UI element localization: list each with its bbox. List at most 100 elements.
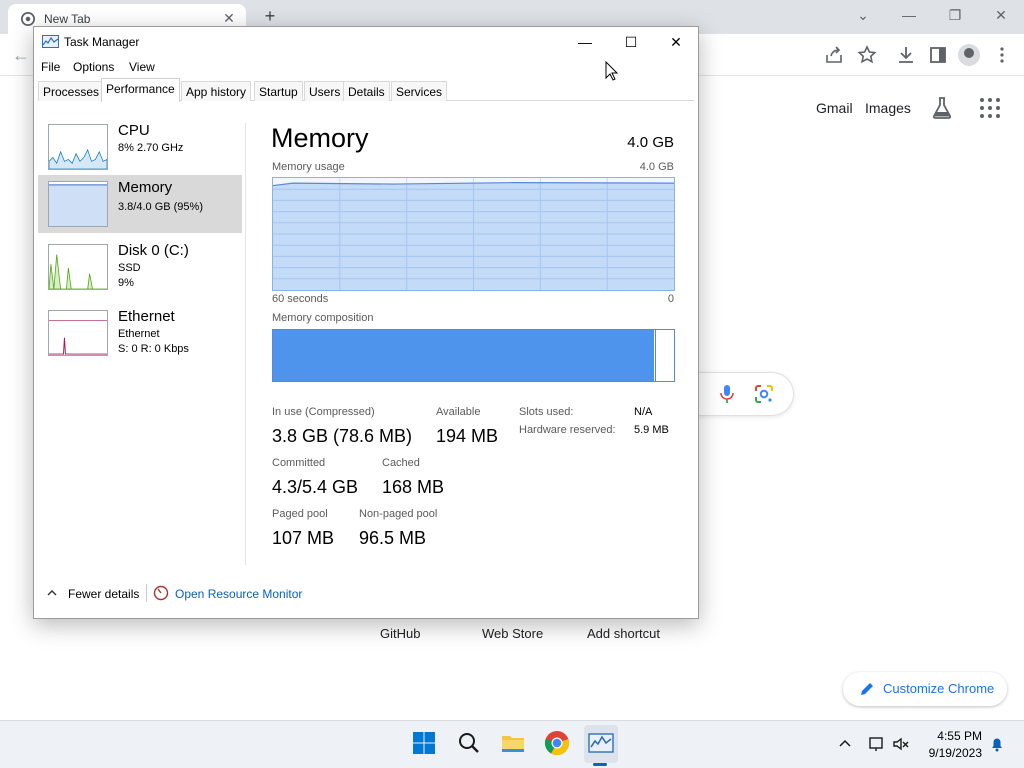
perf-item-ethernet[interactable]: Ethernet Ethernet S: 0 R: 0 Kbps bbox=[38, 304, 242, 362]
perf-item-cpu[interactable]: CPU 8% 2.70 GHz bbox=[38, 118, 242, 176]
chevron-up-tray-icon[interactable] bbox=[836, 735, 854, 753]
mouse-cursor-icon bbox=[605, 61, 619, 81]
non-paged-pool-label: Non-paged pool bbox=[359, 508, 438, 520]
maximize-icon[interactable]: ☐ bbox=[608, 27, 654, 57]
customize-chrome-button[interactable]: Customize Chrome bbox=[843, 672, 1007, 706]
images-link[interactable]: Images bbox=[865, 100, 911, 116]
tab-title: New Tab bbox=[44, 12, 91, 26]
memory-composition-label: Memory composition bbox=[272, 312, 374, 324]
network-icon[interactable] bbox=[868, 735, 886, 753]
perf-item-detail: 9% bbox=[118, 277, 134, 289]
file-explorer-icon[interactable] bbox=[499, 729, 527, 757]
customize-chrome-label: Customize Chrome bbox=[883, 681, 995, 696]
clock-date[interactable]: 9/19/2023 bbox=[912, 746, 982, 760]
memory-total: 4.0 GB bbox=[627, 134, 674, 151]
slots-used-value: N/A bbox=[634, 406, 653, 418]
task-manager-app-icon bbox=[42, 35, 59, 48]
volume-muted-icon[interactable] bbox=[892, 735, 910, 753]
disk-thumbnail-graph bbox=[48, 244, 108, 290]
bookmark-star-icon[interactable] bbox=[855, 43, 879, 67]
download-icon[interactable] bbox=[894, 43, 918, 67]
chrome-menu-icon[interactable] bbox=[990, 43, 1014, 67]
clock-time[interactable]: 4:55 PM bbox=[912, 729, 982, 743]
browser-minimize-icon[interactable]: — bbox=[896, 4, 922, 26]
cpu-thumbnail-graph bbox=[48, 124, 108, 170]
windows-start-icon[interactable] bbox=[410, 729, 438, 757]
close-icon[interactable]: ✕ bbox=[653, 27, 699, 57]
profile-avatar[interactable] bbox=[958, 44, 980, 66]
tab-startup[interactable]: Startup bbox=[254, 81, 303, 101]
menu-file[interactable]: File bbox=[41, 60, 60, 74]
memory-usage-graph bbox=[272, 177, 675, 291]
window-title: Task Manager bbox=[64, 35, 140, 49]
chrome-icon[interactable] bbox=[543, 729, 571, 757]
time-axis-end: 0 bbox=[667, 293, 674, 305]
google-lens-icon[interactable] bbox=[754, 384, 774, 404]
browser-restore-icon[interactable]: ❐ bbox=[942, 4, 968, 26]
cached-label: Cached bbox=[382, 457, 420, 469]
footer-divider bbox=[146, 584, 147, 602]
perf-item-detail: 8% 2.70 GHz bbox=[118, 142, 184, 154]
open-resource-monitor-link[interactable]: Open Resource Monitor bbox=[175, 587, 302, 601]
memory-usage-area bbox=[273, 182, 674, 290]
ethernet-thumbnail-graph bbox=[48, 310, 108, 356]
composition-divider bbox=[655, 330, 657, 381]
menu-bar: File Options View bbox=[34, 57, 698, 77]
labs-flask-icon[interactable] bbox=[931, 96, 953, 120]
tab-search-chevron-icon[interactable]: ⌄ bbox=[850, 4, 876, 26]
side-panel-icon[interactable] bbox=[926, 43, 950, 67]
notification-bell-icon[interactable] bbox=[988, 735, 1006, 753]
composition-in-use-segment bbox=[273, 330, 654, 381]
hardware-reserved-value: 5.9 MB bbox=[634, 424, 669, 436]
tab-strip: Processes Performance App history Startu… bbox=[38, 78, 694, 102]
voice-search-mic-icon[interactable] bbox=[718, 384, 736, 404]
shortcut-github[interactable]: GitHub bbox=[380, 626, 420, 641]
tab-close-icon[interactable]: ✕ bbox=[220, 9, 238, 27]
memory-usage-label: Memory usage bbox=[272, 161, 345, 173]
perf-item-name: CPU bbox=[118, 122, 150, 139]
perf-item-disk[interactable]: Disk 0 (C:) SSD 9% bbox=[38, 238, 242, 296]
chevron-up-icon[interactable] bbox=[46, 587, 58, 599]
perf-item-name: Ethernet bbox=[118, 308, 175, 325]
shortcut-web-store[interactable]: Web Store bbox=[482, 626, 543, 641]
perf-item-detail: Ethernet bbox=[118, 328, 160, 340]
menu-view[interactable]: View bbox=[129, 60, 155, 74]
resource-monitor-icon bbox=[153, 585, 169, 601]
memory-usage-max: 4.0 GB bbox=[639, 161, 674, 173]
chrome-favicon-icon bbox=[21, 12, 35, 26]
shortcut-add[interactable]: Add shortcut bbox=[587, 626, 660, 641]
hardware-reserved-label: Hardware reserved: bbox=[519, 424, 616, 436]
menu-options[interactable]: Options bbox=[73, 60, 114, 74]
google-search-box[interactable] bbox=[690, 372, 794, 416]
available-value: 194 MB bbox=[436, 426, 499, 446]
browser-close-icon[interactable]: ✕ bbox=[988, 4, 1014, 26]
new-tab-button[interactable]: + bbox=[259, 5, 281, 27]
tab-services[interactable]: Services bbox=[391, 81, 448, 101]
perf-item-name: Memory bbox=[118, 179, 173, 196]
minimize-icon[interactable]: — bbox=[562, 27, 608, 57]
fewer-details-button[interactable]: Fewer details bbox=[68, 587, 139, 601]
search-icon[interactable] bbox=[455, 729, 483, 757]
perf-item-memory[interactable]: Memory 3.8/4.0 GB (95%) bbox=[38, 175, 242, 233]
back-arrow-icon[interactable]: ← bbox=[10, 44, 32, 66]
pencil-icon bbox=[861, 683, 873, 695]
share-icon[interactable] bbox=[822, 43, 846, 67]
active-app-indicator bbox=[593, 763, 607, 766]
perf-item-detail: SSD bbox=[118, 262, 141, 274]
task-manager-footer: Fewer details Open Resource Monitor bbox=[34, 581, 698, 611]
task-manager-icon[interactable] bbox=[587, 729, 615, 757]
tab-performance[interactable]: Performance bbox=[101, 78, 180, 102]
perf-item-detail: S: 0 R: 0 Kbps bbox=[118, 343, 189, 355]
tab-details[interactable]: Details bbox=[343, 81, 390, 101]
in-use-value: 3.8 GB (78.6 MB) bbox=[272, 426, 413, 446]
task-manager-titlebar[interactable]: Task Manager — ☐ ✕ bbox=[34, 27, 698, 57]
gmail-link[interactable]: Gmail bbox=[816, 100, 853, 116]
tab-users[interactable]: Users bbox=[304, 81, 346, 101]
tab-processes[interactable]: Processes bbox=[38, 81, 105, 101]
tab-app-history[interactable]: App history bbox=[181, 81, 252, 101]
google-apps-icon[interactable] bbox=[980, 98, 1000, 118]
available-label: Available bbox=[436, 406, 481, 418]
windows-taskbar: 4:55 PM 9/19/2023 bbox=[0, 720, 1024, 768]
memory-composition-bar bbox=[272, 329, 675, 382]
committed-value: 4.3/5.4 GB bbox=[272, 477, 359, 497]
